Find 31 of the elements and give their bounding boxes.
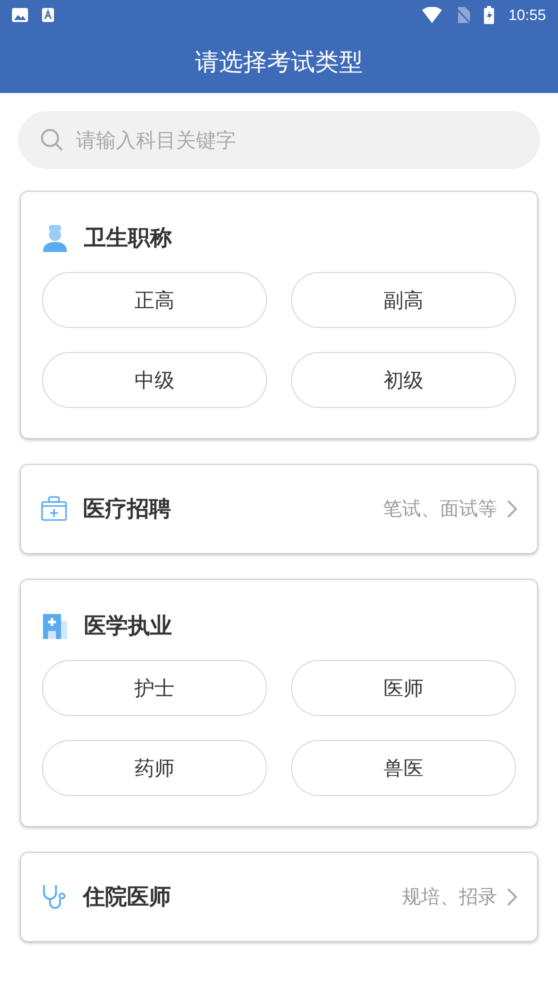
page-title: 请选择考试类型 <box>195 46 363 78</box>
exam-level-button[interactable]: 医师 <box>291 660 516 716</box>
no-sim-icon <box>456 7 470 23</box>
category-hint: 笔试、面试等 <box>383 497 497 522</box>
battery-charging-icon <box>484 6 494 24</box>
category-hint: 规培、招录 <box>402 885 497 910</box>
search-icon <box>40 128 64 152</box>
category-link-card[interactable]: 医疗招聘 笔试、面试等 <box>20 464 538 554</box>
category-title: 医学执业 <box>84 613 172 641</box>
nurse-icon <box>42 224 68 252</box>
exam-level-button[interactable]: 中级 <box>42 352 267 408</box>
hospital-icon <box>42 613 68 639</box>
category-link-card[interactable]: 住院医师 规培、招录 <box>20 852 538 942</box>
category-title: 卫生职称 <box>84 225 172 253</box>
exam-level-button[interactable]: 药师 <box>42 740 267 796</box>
category-title: 住院医师 <box>83 884 171 912</box>
text-icon <box>42 8 54 22</box>
exam-level-button[interactable]: 副高 <box>291 272 516 328</box>
exam-level-button[interactable]: 兽医 <box>291 740 516 796</box>
exam-level-button[interactable]: 初级 <box>291 352 516 408</box>
stethoscope-icon <box>41 883 67 911</box>
medical-kit-icon <box>41 496 67 522</box>
chevron-right-icon <box>507 500 517 518</box>
category-title: 医疗招聘 <box>83 496 171 524</box>
chevron-right-icon <box>507 888 517 906</box>
status-time: 10:55 <box>508 6 546 24</box>
exam-level-button[interactable]: 护士 <box>42 660 267 716</box>
search-field[interactable]: 请输入科目关键字 <box>18 111 540 169</box>
exam-level-button[interactable]: 正高 <box>42 272 267 328</box>
wifi-icon <box>422 7 442 23</box>
image-icon <box>12 8 28 22</box>
